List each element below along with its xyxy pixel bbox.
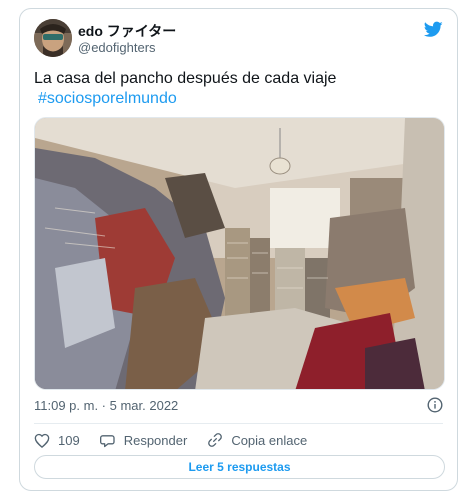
avatar[interactable] [34,19,72,57]
tweet-timestamp[interactable]: 11:09 p. m. · 5 mar. 2022 [34,398,178,413]
read-replies-button[interactable]: Leer 5 respuestas [34,455,445,479]
copy-link-label: Copia enlace [231,432,308,448]
author-name[interactable]: edo ファイター [78,21,176,41]
reply-label: Responder [123,432,188,448]
reply-button[interactable]: Responder [99,432,188,448]
like-button[interactable]: 109 [34,433,80,448]
author-handle[interactable]: @edofighters [78,40,156,55]
copy-link-button[interactable]: Copia enlace [207,432,307,448]
info-icon[interactable] [427,397,443,413]
tweet-body: La casa del pancho después de cada viaje [34,70,337,87]
heart-icon [34,433,50,448]
action-bar: 109 Responder Copia enlace [34,430,327,450]
link-icon [208,433,223,447]
divider [34,423,443,424]
hashtag-link[interactable]: #sociosporelmundo [38,90,177,107]
twitter-bird-icon[interactable] [424,21,443,38]
speech-bubble-icon [99,434,115,447]
like-count: 109 [58,432,80,448]
tweet-text: La casa del pancho después de cada viaje… [34,69,444,109]
tweet-card: edo ファイター @edofighters La casa del panch… [19,8,458,491]
tweet-photo[interactable] [34,117,445,390]
